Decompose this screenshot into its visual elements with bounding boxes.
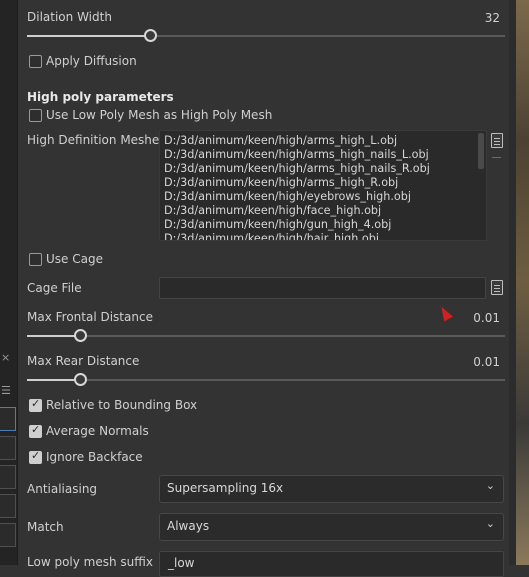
viewport-edge — [516, 0, 529, 565]
cage-file-field[interactable] — [159, 277, 486, 299]
ignore-backface-label: Ignore Backface — [46, 450, 143, 464]
list-item[interactable]: D:/3d/animum/keen/high/face_high.obj — [160, 204, 486, 218]
panel-scroll-gutter[interactable] — [509, 0, 516, 565]
max-frontal-distance-slider-handle[interactable] — [74, 329, 87, 342]
list-item[interactable]: D:/3d/animum/keen/high/arms_high_L.obj — [160, 134, 486, 148]
max-rear-distance-slider[interactable] — [27, 379, 505, 381]
list-item[interactable]: D:/3d/animum/keen/high/eyebrows_high.obj — [160, 190, 486, 204]
apply-diffusion-checkbox[interactable] — [29, 55, 42, 68]
max-rear-distance-value: 0.01 — [473, 355, 500, 369]
antialiasing-label: Antialiasing — [27, 482, 98, 496]
relative-to-bounding-box-checkbox[interactable] — [29, 397, 42, 412]
list-scrollbar[interactable] — [478, 133, 484, 169]
max-frontal-distance-label: Max Frontal Distance — [27, 310, 153, 324]
relative-to-bounding-box-label: Relative to Bounding Box — [46, 398, 198, 412]
use-cage-checkbox[interactable] — [29, 253, 42, 266]
low-poly-mesh-suffix-field[interactable]: _low — [159, 551, 504, 577]
chevron-down-icon: ⌄ — [485, 517, 495, 530]
average-normals-checkbox[interactable] — [29, 423, 42, 438]
use-low-poly-label: Use Low Poly Mesh as High Poly Mesh — [46, 108, 273, 122]
adjacent-list-item[interactable] — [0, 436, 16, 460]
dilation-width-label: Dilation Width — [27, 10, 112, 24]
list-item[interactable]: D:/3d/animum/keen/high/arms_high_nails_L… — [160, 148, 486, 162]
list-item[interactable]: D:/3d/animum/keen/high/gun_high_4.obj — [160, 218, 486, 232]
chevron-down-icon: ⌄ — [485, 479, 495, 492]
file-icon[interactable] — [491, 133, 503, 148]
use-cage-label: Use Cage — [46, 252, 103, 266]
adjacent-list-item[interactable] — [0, 523, 16, 547]
adjacent-list-item[interactable] — [0, 407, 16, 431]
max-rear-distance-slider-fill — [27, 379, 77, 381]
ignore-backface-checkbox[interactable] — [29, 449, 42, 464]
close-icon[interactable]: × — [1, 351, 10, 364]
high-poly-header: High poly parameters — [27, 90, 174, 104]
low-poly-mesh-suffix-label: Low poly mesh suffix — [27, 555, 153, 569]
antialiasing-value: Supersampling 16x — [167, 481, 284, 495]
dilation-width-slider-handle[interactable] — [144, 29, 157, 42]
file-icon[interactable] — [491, 280, 503, 295]
menu-icon[interactable]: ☰ — [1, 384, 11, 397]
minus-icon[interactable] — [492, 157, 501, 158]
list-item[interactable]: D:/3d/animum/keen/high/hair_high.obj — [160, 232, 486, 240]
list-item[interactable]: D:/3d/animum/keen/high/arms_high_nails_R… — [160, 162, 486, 176]
max-rear-distance-label: Max Rear Distance — [27, 354, 140, 368]
antialiasing-dropdown[interactable]: Supersampling 16x ⌄ — [159, 475, 504, 503]
max-frontal-distance-slider[interactable] — [27, 335, 505, 337]
list-item[interactable]: D:/3d/animum/keen/high/arms_high_R.obj — [160, 176, 486, 190]
adjacent-panel-strip: × ☰ — [0, 0, 18, 565]
max-frontal-distance-slider-fill — [27, 335, 77, 337]
low-poly-mesh-suffix-value: _low — [168, 556, 195, 570]
average-normals-label: Average Normals — [46, 424, 149, 438]
high-definition-meshes-list[interactable]: D:/3d/animum/keen/high/arms_high_L.obj D… — [159, 130, 487, 241]
adjacent-list-item[interactable] — [0, 494, 16, 518]
match-dropdown[interactable]: Always ⌄ — [159, 513, 504, 541]
max-rear-distance-slider-handle[interactable] — [74, 373, 87, 386]
match-label: Match — [27, 520, 64, 534]
adjacent-list-item[interactable] — [0, 465, 16, 489]
use-low-poly-checkbox[interactable] — [29, 109, 42, 122]
mouse-cursor-icon — [437, 304, 453, 322]
max-frontal-distance-value: 0.01 — [473, 311, 500, 325]
high-definition-meshes-label: High Definition Meshes — [27, 133, 166, 147]
apply-diffusion-label: Apply Diffusion — [46, 54, 137, 68]
cage-file-label: Cage File — [27, 281, 82, 295]
dilation-width-slider-fill — [27, 35, 147, 37]
dilation-width-value: 32 — [484, 11, 500, 25]
match-value: Always — [167, 519, 210, 533]
